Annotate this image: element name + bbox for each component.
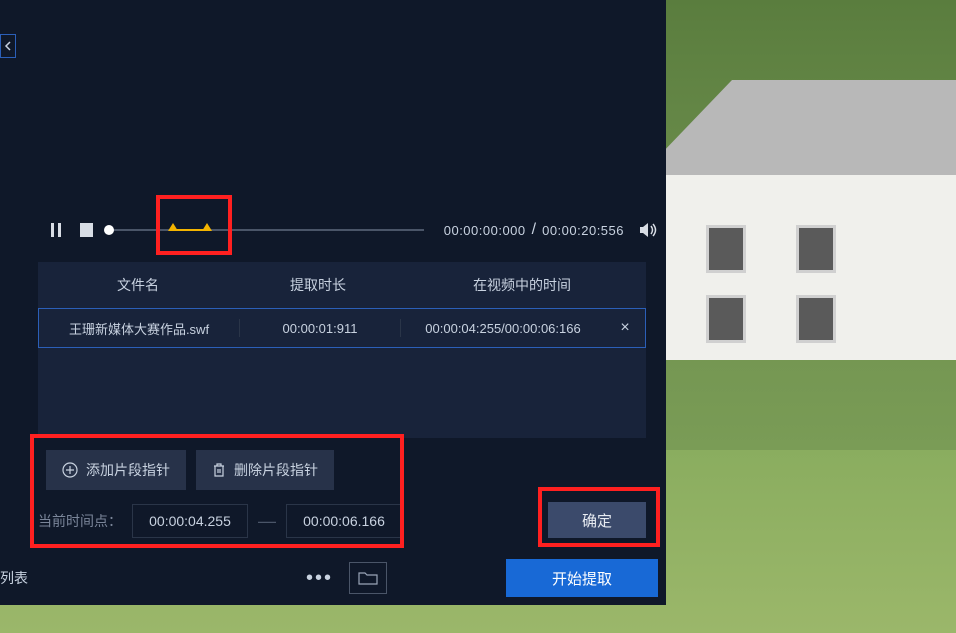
selection-range[interactable]: [173, 229, 207, 231]
timeline-scrubber[interactable]: [109, 218, 423, 242]
more-button[interactable]: •••: [298, 561, 341, 596]
time-range-row: 当前时间点： —: [38, 504, 402, 538]
range-start-marker[interactable]: [168, 223, 178, 231]
trash-icon: [212, 462, 226, 478]
range-dash: —: [258, 511, 276, 532]
time-range-label: 当前时间点：: [38, 511, 122, 531]
end-time-input[interactable]: [286, 504, 402, 538]
delete-pointer-button[interactable]: 删除片段指针: [196, 450, 334, 490]
table-row[interactable]: 王珊新媒体大赛作品.swf 00:00:01:911 00:00:04:255/…: [38, 308, 646, 348]
header-filename: 文件名: [38, 275, 238, 295]
folder-button[interactable]: [349, 562, 387, 594]
confirm-button[interactable]: 确定: [548, 502, 646, 538]
header-duration: 提取时长: [238, 275, 398, 295]
start-extract-button[interactable]: 开始提取: [506, 559, 658, 597]
video-preview: [30, 0, 660, 195]
list-label: 列表: [0, 568, 28, 588]
playback-controls: 00:00:00:000 / 00:00:20:556: [30, 215, 658, 245]
current-time: 00:00:00:000: [444, 223, 526, 238]
table-header: 文件名 提取时长 在视频中的时间: [38, 262, 646, 308]
range-end-marker[interactable]: [202, 223, 212, 231]
delete-pointer-label: 删除片段指针: [234, 460, 318, 480]
close-button[interactable]: [0, 34, 16, 58]
cell-range: 00:00:04:255/00:00:06:166: [401, 321, 605, 336]
volume-icon[interactable]: [638, 221, 658, 239]
pause-button[interactable]: [44, 218, 68, 242]
add-pointer-label: 添加片段指针: [86, 460, 170, 480]
pointer-buttons: 添加片段指针 删除片段指针: [46, 450, 334, 490]
cell-duration: 00:00:01:911: [240, 321, 400, 336]
row-remove-button[interactable]: ×: [605, 319, 645, 337]
total-time: 00:00:20:556: [542, 223, 624, 238]
extract-dialog: 00:00:00:000 / 00:00:20:556 文件名 提取时长 在视频…: [0, 0, 666, 605]
header-range: 在视频中的时间: [398, 275, 646, 295]
folder-icon: [358, 570, 378, 586]
segments-table: 文件名 提取时长 在视频中的时间 王珊新媒体大赛作品.swf 00:00:01:…: [38, 262, 646, 438]
stop-button[interactable]: [80, 223, 94, 237]
add-pointer-button[interactable]: 添加片段指针: [46, 450, 186, 490]
cell-filename: 王珊新媒体大赛作品.swf: [39, 319, 239, 338]
start-time-input[interactable]: [132, 504, 248, 538]
bottom-bar: 列表 ••• 开始提取: [0, 551, 666, 605]
plus-circle-icon: [62, 462, 78, 478]
